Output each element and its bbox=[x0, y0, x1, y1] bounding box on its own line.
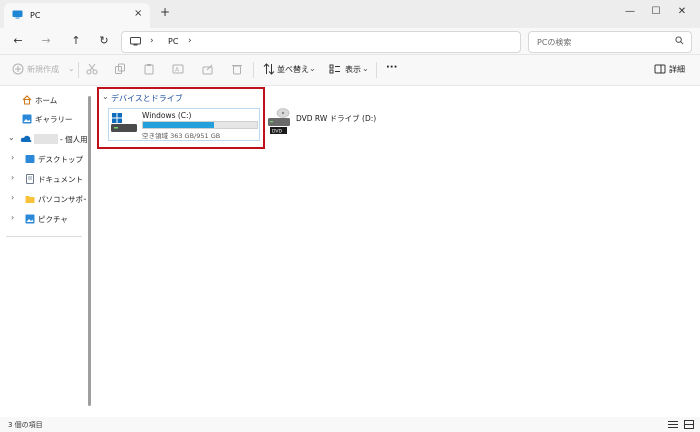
chevron-down-icon: ⌄ bbox=[362, 64, 369, 73]
chevron-right-icon[interactable]: › bbox=[188, 36, 192, 46]
chevron-right-icon[interactable]: › bbox=[11, 153, 14, 162]
up-button[interactable]: ↑ bbox=[68, 33, 84, 49]
highlight-box bbox=[97, 87, 265, 149]
sidebar-item-label: ドキュメント bbox=[38, 175, 83, 184]
forward-button[interactable]: → bbox=[38, 33, 54, 49]
divider bbox=[78, 62, 79, 78]
monitor-icon bbox=[130, 37, 141, 46]
command-bar: 新規作成 ⌄ A 並べ替え ⌄ 表示 ⌄ ··· 詳細 bbox=[0, 55, 700, 86]
back-button[interactable]: ← bbox=[10, 33, 26, 49]
close-button[interactable]: ✕ bbox=[672, 4, 692, 20]
chevron-right-icon[interactable]: › bbox=[11, 193, 14, 202]
sidebar-item-label: ギャラリー bbox=[35, 115, 73, 124]
divider bbox=[6, 236, 82, 237]
paste-icon[interactable] bbox=[143, 63, 155, 75]
maximize-button[interactable]: ☐ bbox=[646, 4, 666, 20]
sidebar-item-pictures[interactable]: › ピクチャ bbox=[0, 211, 92, 227]
sidebar-item-documents[interactable]: › ドキュメント bbox=[0, 171, 92, 187]
dvd-drive-icon[interactable]: DVD bbox=[268, 108, 290, 136]
minimize-button[interactable]: — bbox=[620, 4, 640, 20]
new-icon bbox=[12, 63, 24, 75]
tab-close-button[interactable]: × bbox=[134, 8, 142, 19]
sidebar-item-gallery[interactable]: ギャラリー bbox=[0, 111, 92, 127]
drive-d-name[interactable]: DVD RW ドライブ (D:) bbox=[296, 113, 376, 124]
chevron-down-icon: ⌄ bbox=[309, 64, 316, 73]
pictures-icon bbox=[25, 214, 35, 224]
chevron-down-icon: ⌄ bbox=[68, 64, 75, 73]
search-icon bbox=[675, 36, 684, 45]
sidebar-item-home[interactable]: ホーム bbox=[0, 92, 92, 108]
item-count: 3 個の項目 bbox=[8, 421, 43, 429]
document-icon bbox=[26, 174, 34, 184]
cut-icon[interactable] bbox=[86, 63, 98, 75]
sidebar-item-desktop[interactable]: › デスクトップ bbox=[0, 151, 92, 167]
breadcrumb-pc[interactable]: PC bbox=[168, 37, 178, 46]
refresh-button[interactable]: ↻ bbox=[96, 33, 112, 49]
sidebar-item-pc-support[interactable]: › パソコンサポート1 bbox=[0, 191, 92, 207]
scrollbar[interactable] bbox=[88, 96, 91, 406]
cloud-icon bbox=[20, 135, 32, 142]
sidebar-item-label: ピクチャ bbox=[38, 215, 68, 224]
chevron-down-icon[interactable]: ⌄ bbox=[8, 133, 15, 142]
redacted-name bbox=[34, 134, 58, 144]
sidebar-item-label: ホーム bbox=[35, 96, 58, 105]
divider bbox=[376, 62, 377, 78]
navigation-bar: ← → ↑ ↻ › PC › PCの検索 bbox=[0, 28, 700, 55]
address-bar[interactable]: › PC › bbox=[121, 31, 521, 53]
desktop-folder-icon bbox=[25, 155, 35, 163]
navigation-pane: ホーム ギャラリー ⌄ - 個人用 › デスクトップ › ドキュメント › パソ… bbox=[0, 86, 92, 417]
svg-text:A: A bbox=[175, 67, 180, 74]
tab-pc[interactable]: PC × bbox=[4, 3, 150, 28]
sidebar-item-onedrive[interactable]: ⌄ - 個人用 bbox=[0, 131, 92, 147]
chevron-right-icon[interactable]: › bbox=[11, 173, 14, 182]
monitor-icon bbox=[12, 10, 23, 19]
details-view-icon[interactable] bbox=[668, 420, 678, 429]
copy-icon[interactable] bbox=[114, 63, 126, 75]
home-icon bbox=[22, 95, 32, 105]
rename-icon[interactable]: A bbox=[172, 63, 184, 75]
tab-title: PC bbox=[30, 11, 41, 20]
search-input[interactable]: PCの検索 bbox=[537, 37, 571, 48]
dvd-badge: DVD bbox=[272, 129, 282, 135]
sidebar-item-label: - 個人用 bbox=[60, 135, 88, 144]
more-options-button[interactable]: ··· bbox=[386, 62, 397, 73]
title-bar: PC × + — ☐ ✕ bbox=[0, 0, 700, 28]
gallery-icon bbox=[22, 114, 32, 124]
sidebar-item-label: パソコンサポート1 bbox=[38, 195, 86, 204]
tiles-view-icon[interactable] bbox=[684, 420, 694, 429]
status-bar: 3 個の項目 bbox=[0, 417, 700, 432]
sort-icon bbox=[263, 63, 275, 75]
divider bbox=[253, 62, 254, 78]
view-icon bbox=[329, 64, 340, 74]
details-button[interactable]: 詳細 bbox=[669, 64, 685, 75]
chevron-right-icon[interactable]: › bbox=[11, 213, 14, 222]
new-button[interactable]: 新規作成 bbox=[27, 64, 59, 75]
details-pane-icon bbox=[654, 64, 666, 74]
folder-icon bbox=[25, 196, 35, 203]
chevron-right-icon[interactable]: › bbox=[150, 36, 154, 46]
sort-button[interactable]: 並べ替え bbox=[277, 64, 309, 75]
delete-icon[interactable] bbox=[231, 63, 243, 75]
new-tab-button[interactable]: + bbox=[160, 5, 170, 19]
view-button[interactable]: 表示 bbox=[345, 64, 361, 75]
share-icon[interactable] bbox=[202, 63, 214, 75]
sidebar-item-label: デスクトップ bbox=[38, 155, 83, 164]
search-box[interactable]: PCの検索 bbox=[528, 31, 692, 53]
